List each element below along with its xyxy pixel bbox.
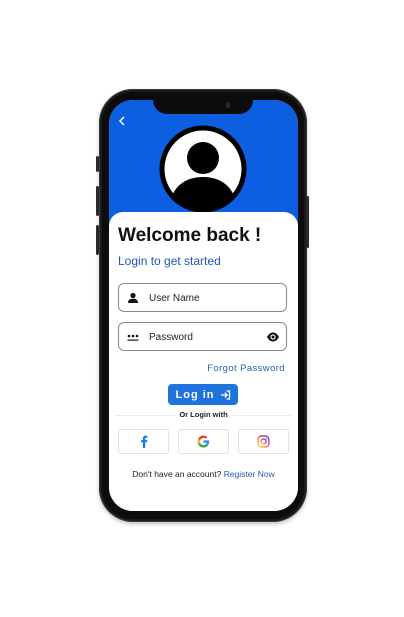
user-avatar-icon <box>159 125 247 213</box>
google-icon <box>197 435 210 448</box>
front-camera <box>226 102 230 108</box>
facebook-icon <box>140 435 147 448</box>
phone-mute-switch <box>96 156 99 172</box>
password-field[interactable] <box>118 322 287 351</box>
register-now-link[interactable]: Register Now <box>224 469 275 479</box>
back-button[interactable] <box>118 115 126 128</box>
or-login-with-text: Or Login with <box>176 410 231 419</box>
username-field[interactable] <box>118 283 287 312</box>
phone-notch <box>153 98 253 114</box>
eye-icon[interactable] <box>266 331 280 343</box>
password-input[interactable] <box>149 328 259 346</box>
username-input[interactable] <box>149 289 259 307</box>
or-login-with-label: Or Login with <box>109 410 298 419</box>
instagram-login-button[interactable] <box>238 429 289 454</box>
login-button-label: Log in <box>175 388 215 401</box>
page-subtitle: Login to get started <box>118 254 221 268</box>
facebook-login-button[interactable] <box>118 429 169 454</box>
login-arrow-icon <box>220 389 230 400</box>
person-icon <box>128 292 138 303</box>
instagram-icon <box>257 435 270 448</box>
phone-power-button <box>306 196 309 248</box>
password-dots-icon <box>127 334 139 341</box>
chevron-left-icon <box>118 116 125 126</box>
phone-volume-down <box>96 225 99 255</box>
phone-volume-up <box>96 186 99 216</box>
register-prompt: Don't have an account? Register Now <box>109 469 298 479</box>
header-banner <box>109 100 298 230</box>
forgot-password-link[interactable]: Forgot Password <box>207 363 285 374</box>
phone-screen: Welcome back ! Login to get started Forg… <box>109 100 298 511</box>
page-title: Welcome back ! <box>118 225 262 246</box>
login-button[interactable]: Log in <box>168 384 238 405</box>
register-prompt-text: Don't have an account? <box>132 469 222 479</box>
google-login-button[interactable] <box>178 429 229 454</box>
